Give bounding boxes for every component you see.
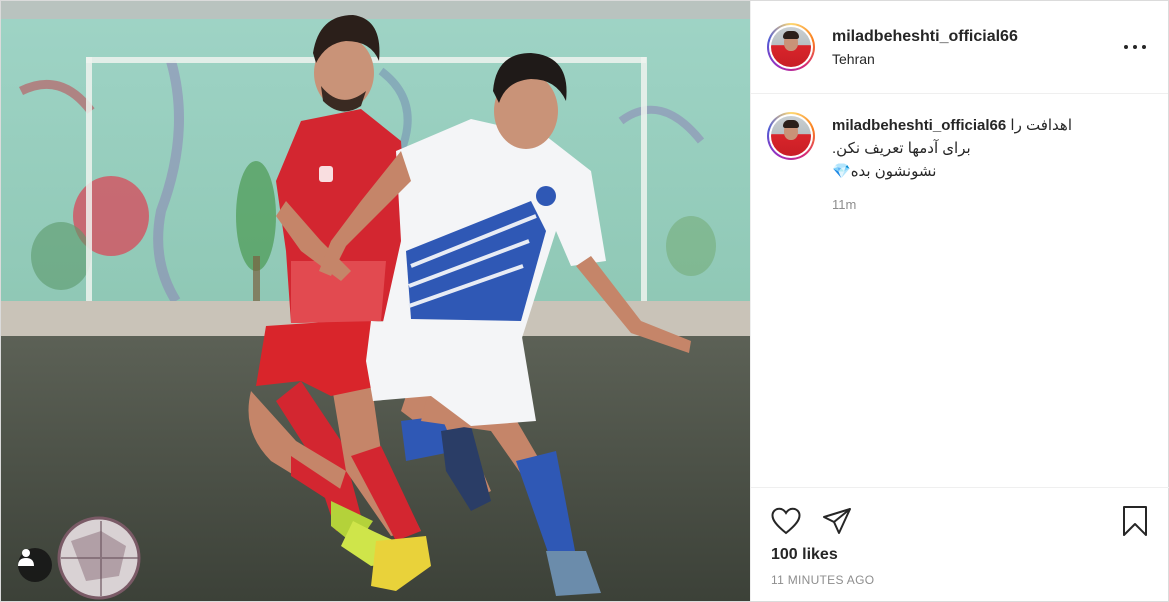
caption-line-3: نشونشون بده	[850, 163, 937, 180]
avatar[interactable]	[771, 116, 811, 156]
caption-line-1: اهدافت را	[1010, 117, 1073, 134]
post-photo[interactable]	[1, 1, 750, 601]
post-side-panel: miladbeheshti_official66 Tehran miladbeh…	[750, 1, 1169, 601]
comment-time[interactable]: 11m	[832, 197, 1132, 212]
story-ring[interactable]	[767, 112, 815, 160]
username-link[interactable]: miladbeheshti_official66	[832, 27, 1018, 47]
location-link[interactable]: Tehran	[832, 51, 1018, 68]
actions-area: 100 likes 11 MINUTES AGO	[751, 487, 1169, 601]
save-button[interactable]	[1118, 504, 1152, 538]
bookmark-icon	[1123, 505, 1147, 536]
caption-username[interactable]: miladbeheshti_official66	[832, 117, 1006, 134]
caption-line-2: برای آدمها تعریف نکن.	[832, 140, 971, 157]
like-button[interactable]	[769, 504, 803, 538]
likes-count[interactable]: 100 likes	[751, 546, 1169, 564]
caption-line-3-wrapper: نشونشون بده💎	[832, 160, 1132, 183]
diamond-emoji: 💎	[832, 163, 851, 180]
caption-comment: miladbeheshti_official66 اهدافت را برای …	[767, 112, 1152, 212]
action-bar	[751, 488, 1169, 538]
story-ring[interactable]	[767, 23, 815, 71]
football-photo-illustration	[1, 1, 750, 601]
avatar[interactable]	[771, 27, 811, 67]
send-icon	[823, 507, 851, 534]
share-button[interactable]	[820, 504, 854, 538]
instagram-post: miladbeheshti_official66 Tehran miladbeh…	[0, 0, 1169, 602]
user-tag-button[interactable]	[18, 548, 52, 582]
comments-section: miladbeheshti_official66 اهدافت را برای …	[751, 94, 1168, 487]
more-options-icon[interactable]	[1124, 39, 1146, 55]
post-timestamp[interactable]: 11 MINUTES AGO	[751, 573, 1169, 587]
user-tag-icon	[18, 549, 34, 566]
heart-icon	[771, 507, 801, 534]
post-header: miladbeheshti_official66 Tehran	[751, 1, 1168, 94]
